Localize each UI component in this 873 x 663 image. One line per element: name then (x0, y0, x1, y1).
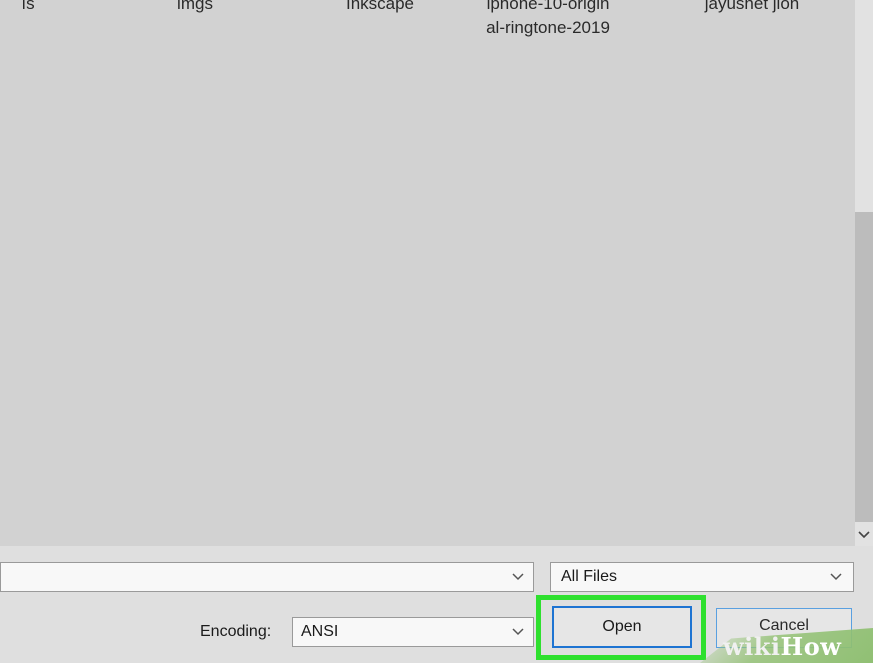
scrollbar-thumb[interactable] (855, 212, 873, 522)
scroll-down-button[interactable] (855, 524, 873, 546)
file-item-name: jayushet jion (704, 0, 800, 13)
chevron-down-icon (830, 573, 842, 581)
file-item-name: ıs (21, 0, 35, 13)
open-button[interactable]: Open (552, 606, 692, 648)
file-item[interactable]: Inkscape (310, 0, 450, 16)
watermark-suffix: How (780, 632, 842, 661)
chevron-down-icon (512, 573, 524, 581)
filename-dropdown-button[interactable] (507, 566, 529, 588)
file-item-name: imgs (177, 0, 213, 13)
encoding-label: Encoding: (200, 623, 272, 640)
file-item[interactable]: ıs (8, 0, 48, 16)
chevron-down-icon (858, 531, 870, 539)
file-item[interactable]: jayushet jion (672, 0, 832, 16)
file-type-select[interactable]: All Files (550, 562, 854, 592)
file-item-name-continued: al-ringtone-2019 (486, 18, 610, 37)
file-item-name: iphone-10-origin (486, 0, 610, 13)
file-item[interactable]: imgs (140, 0, 250, 16)
filename-combobox[interactable] (0, 562, 534, 592)
chevron-down-icon (512, 628, 524, 636)
file-list-area[interactable]: ıs imgs Inkscape iphone-10-origin al-rin… (0, 0, 855, 547)
file-item-name: Inkscape (345, 0, 415, 13)
encoding-value: ANSI (301, 623, 339, 640)
vertical-scrollbar[interactable] (855, 0, 873, 546)
encoding-select[interactable]: ANSI (292, 617, 534, 647)
file-type-dropdown-button[interactable] (825, 566, 847, 588)
file-type-value: All Files (561, 568, 618, 585)
encoding-dropdown-button[interactable] (507, 621, 529, 643)
watermark-logo: wikiHow (723, 632, 841, 661)
file-item[interactable]: iphone-10-origin al-ringtone-2019 (468, 0, 628, 40)
watermark-prefix: wiki (723, 632, 781, 661)
